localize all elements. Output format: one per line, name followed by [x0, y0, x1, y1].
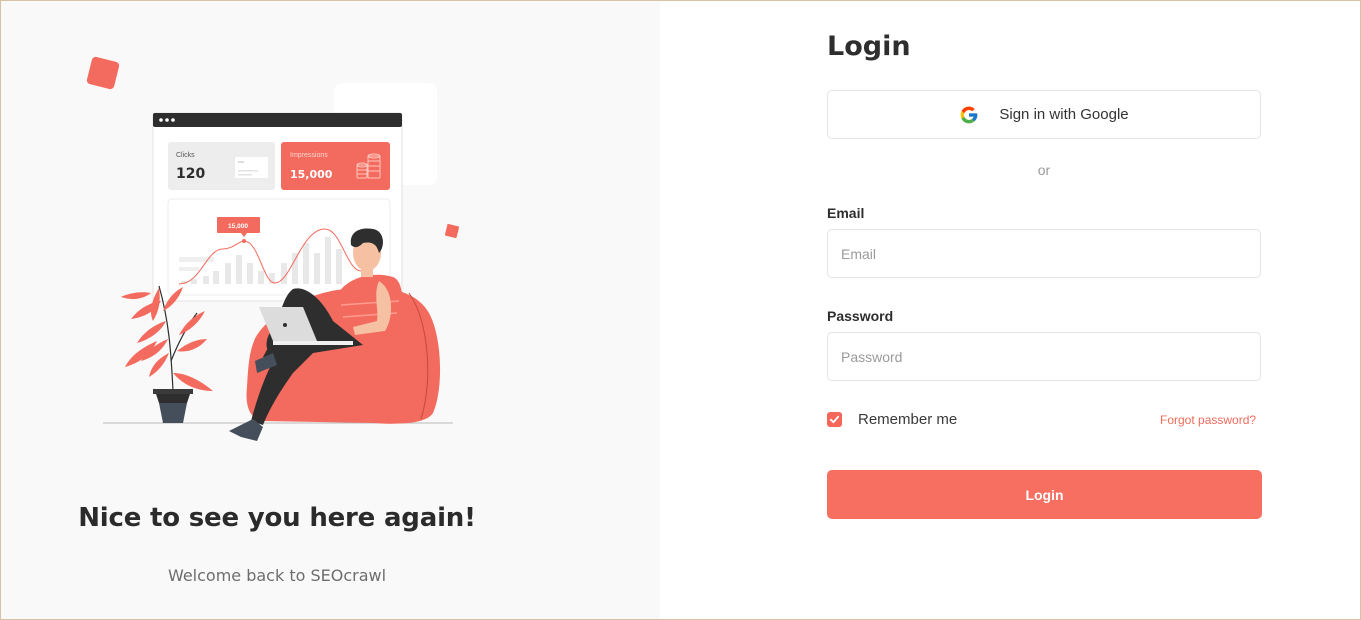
- password-input[interactable]: [827, 332, 1261, 381]
- login-button[interactable]: Login: [827, 470, 1262, 519]
- dashboard-illustration: Clicks 120 Impressions 15,000 15,000: [86, 56, 460, 441]
- browser-titlebar: [153, 113, 402, 127]
- google-sign-in-button[interactable]: Sign in with Google: [827, 90, 1261, 139]
- email-label: Email: [827, 205, 865, 221]
- google-logo-icon: [961, 106, 978, 123]
- remember-me-checkbox[interactable]: Remember me: [827, 410, 957, 428]
- decor-square: [86, 56, 120, 90]
- chart-tooltip-label: 15,000: [228, 223, 248, 230]
- google-sign-in-label: Sign in with Google: [999, 106, 1129, 123]
- impressions-card-label: Impressions: [290, 152, 328, 159]
- or-divider: or: [1037, 162, 1051, 178]
- remember-me-label[interactable]: Remember me: [858, 411, 957, 428]
- welcome-headline: Nice to see you here again!: [78, 503, 476, 533]
- clicks-card-label: Clicks: [176, 152, 195, 159]
- forgot-password-link[interactable]: Forgot password?: [1160, 413, 1256, 427]
- check-icon[interactable]: [827, 411, 842, 427]
- welcome-subline: Welcome back to SEOcrawl: [167, 566, 387, 585]
- login-page: Clicks 120 Impressions 15,000 15,000 Nic…: [0, 0, 1361, 620]
- decor-square-small: [444, 223, 460, 239]
- login-title: Login: [827, 31, 911, 62]
- clicks-card-value: 120: [176, 166, 205, 182]
- plant-illustration: [121, 285, 213, 423]
- login-form: Login Sign in with Google or Email Passw…: [661, 1, 1360, 619]
- password-label: Password: [827, 308, 894, 324]
- welcome-panel: Clicks 120 Impressions 15,000 15,000 Nic…: [1, 1, 660, 619]
- impressions-card-value: 15,000: [290, 168, 333, 181]
- email-input[interactable]: [827, 229, 1261, 278]
